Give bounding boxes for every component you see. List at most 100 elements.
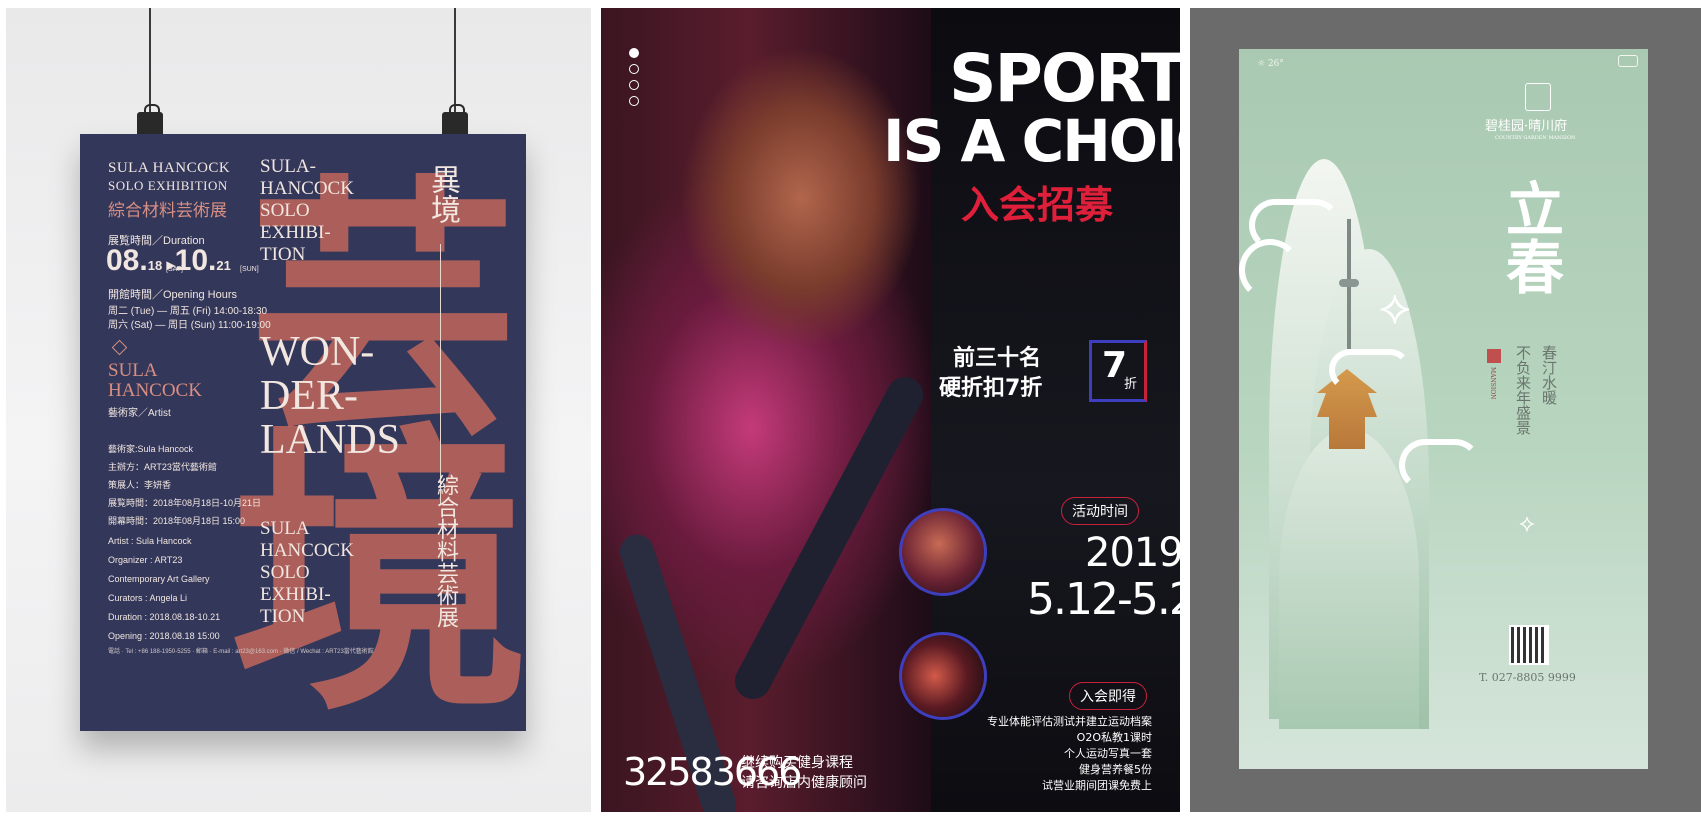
hours-label: 開館時間／Opening Hours [108, 289, 237, 301]
artist-name-1: SULA [108, 360, 158, 381]
hanging-wire-right [454, 8, 456, 118]
vertical-title: 異境 [425, 164, 460, 224]
benefit-item: 个人运动写真一套 [1064, 747, 1152, 760]
title-en-2: SOLO EXHIBITION [108, 178, 228, 193]
benefit-item: 专业体能评估测试并建立运动档案 [987, 715, 1152, 728]
hours-weekday: 周二 (Tue) — 周五 (Fri) 14:00-18:30 [108, 306, 268, 317]
poem-line-2: 不负来年盛景 [1514, 345, 1532, 435]
en-detail-line: Contemporary Art Gallery [108, 574, 210, 584]
cn-details: 藝術家:Sula Hancock 主辦方：ART23當代藝術館 策展人：李妍香 … [108, 440, 261, 530]
benefit-item: 健身营养餐5份 [1079, 763, 1152, 776]
page-dot-icon [629, 48, 639, 58]
wonder-line: LANDS [260, 417, 401, 463]
contact-phone: T. 027-8805 9999 [1479, 671, 1576, 684]
fitness-poster-panel: SPORTS IS A CHOICE 入会招募 前三十名 硬折扣7折 7 折 活… [601, 8, 1180, 812]
en-detail-line: Opening : 2018.08.18 15:00 [108, 631, 220, 641]
overlay-title-line: SOLO [260, 562, 310, 583]
cn-detail-line: 開幕時間：2018年08月18日 15:00 [108, 516, 246, 526]
brand-name: 碧桂园·晴川府 [1485, 119, 1568, 134]
binder-clip-right [442, 104, 468, 136]
join-benefits-badge: 入会即得 [1069, 682, 1147, 710]
vertical-subtitle: 綜合材料芸術展 [433, 474, 458, 628]
cloud-icon [1329, 349, 1411, 391]
date-start-week: [SAT] [166, 266, 183, 273]
mountain-shape [1279, 429, 1419, 729]
cloud-icon [1239, 239, 1301, 301]
small-crane-icon: ⟡ [1519, 509, 1535, 537]
benefit-item: 试营业期间团课免费上 [1042, 779, 1152, 792]
ornament-icon [111, 339, 128, 356]
event-dates: 5.12-5.20 [1027, 574, 1180, 625]
overlay-title-line: EXHIBI- [260, 222, 331, 243]
phone-note-1: 继续购买健身课程 [741, 755, 853, 771]
exhibition-poster: 芸 境 SULA HANCOCK SOLO EXHIBITION 綜合材料芸術展… [80, 134, 526, 731]
temperature: 26° [1267, 59, 1284, 69]
exhibition-poster-panel: 芸 境 SULA HANCOCK SOLO EXHIBITION 綜合材料芸術展… [6, 8, 591, 812]
headline-1: SPORTS [949, 40, 1180, 117]
overlay-title-line: HANCOCK [260, 540, 354, 561]
overlay-title-line: SULA [260, 518, 310, 539]
offer-line-1: 前三十名 [953, 346, 1042, 371]
cn-detail-line: 策展人：李妍香 [108, 480, 172, 490]
qr-code [1509, 625, 1549, 665]
subhead: 入会招募 [961, 183, 1114, 227]
overlay-title-line: HANCOCK [260, 178, 354, 199]
date-end-day: 21 [216, 258, 231, 273]
event-time-badge: 活动时间 [1061, 497, 1139, 525]
phone-note-2: 请咨询店内健康顾问 [741, 775, 867, 791]
crane-icon: ⟡ [1379, 279, 1411, 335]
brand-logo [1525, 83, 1551, 111]
cloud-icon [1399, 439, 1481, 491]
vertical-divider [440, 244, 441, 504]
weather-icon: ☼ [1257, 59, 1266, 69]
page-dot-icon [629, 96, 639, 106]
overlay-title-line: EXHIBI- [260, 584, 331, 605]
athlete-thumbnail-1 [899, 508, 987, 596]
brand-subtitle: COUNTRY GARDEN MANSION [1495, 135, 1576, 141]
wonderlands-title: WON- DER- LANDS [260, 330, 400, 462]
page-dot-icon [629, 80, 639, 90]
overlay-title-top: SULA- HANCOCK SOLO EXHIBI- TION [260, 156, 354, 266]
side-tag: MANSION [1489, 367, 1496, 400]
date-start-month: 08. [106, 244, 148, 277]
en-detail-line: Curators : Angela Li [108, 593, 188, 603]
overlay-title-line: TION [260, 244, 306, 265]
wonder-line: DER- [260, 373, 358, 419]
athlete-thumbnail-2 [899, 632, 987, 720]
date-start-day: 18 [147, 258, 163, 273]
real-estate-poster: ⟡ ⟡ ☼ 26° 碧桂园·晴川府 COUNTRY GARDEN MANSION… [1239, 49, 1648, 769]
overlay-title-line: SOLO [260, 200, 310, 221]
cn-detail-line: 藝術家:Sula Hancock [108, 444, 194, 454]
en-detail-line: Organizer : ART23 [108, 555, 183, 565]
headline-2: IS A CHOICE [883, 107, 1180, 175]
benefit-item: O2O私教1课时 [1076, 731, 1152, 744]
overlay-title-line: SULA- [260, 156, 316, 177]
en-details: Artist : Sula Hancock Organizer : ART23 … [108, 532, 220, 646]
season-title: 立春 [1496, 179, 1564, 295]
poem-line-1: 春汀水暖 [1540, 345, 1558, 405]
cn-detail-line: 主辦方：ART23當代藝術館 [108, 462, 217, 472]
title-en-1: SULA HANCOCK [108, 160, 231, 176]
corner-badge [1618, 55, 1638, 67]
artist-label: 藝術家／Artist [108, 408, 171, 419]
real-estate-poster-panel: ⟡ ⟡ ☼ 26° 碧桂园·晴川府 COUNTRY GARDEN MANSION… [1190, 8, 1701, 812]
red-seal-icon [1487, 349, 1501, 363]
offer-line-2: 硬折扣7折 [939, 376, 1043, 401]
overlay-title-bottom: SULA HANCOCK SOLO EXHIBI- TION [260, 518, 354, 628]
artist-name-2: HANCOCK [108, 380, 202, 401]
overlay-title-line: TION [260, 606, 306, 627]
hanging-wire-left [149, 8, 151, 118]
poster-footer: 電話 · Tel : +86 188-1950-5255 · 郵箱 · E-ma… [108, 649, 374, 655]
title-cn: 綜合材料芸術展 [108, 201, 227, 221]
event-year: 2019 [1085, 530, 1180, 576]
discount-box: 7 折 [1089, 340, 1147, 402]
top-left-badge: ☼ 26° [1257, 59, 1284, 69]
en-detail-line: Duration : 2018.08.18-10.21 [108, 612, 221, 622]
en-detail-line: Artist : Sula Hancock [108, 536, 192, 546]
wonder-line: WON- [260, 329, 375, 375]
tower-pod [1339, 279, 1359, 287]
cn-detail-line: 展覧時間：2018年08月18日-10月21日 [108, 498, 262, 508]
page-dot-icon [629, 64, 639, 74]
hours-weekend: 周六 (Sat) — 周日 (Sun) 11:00-19:00 [108, 320, 271, 331]
date-end-week: [SUN] [240, 266, 259, 273]
